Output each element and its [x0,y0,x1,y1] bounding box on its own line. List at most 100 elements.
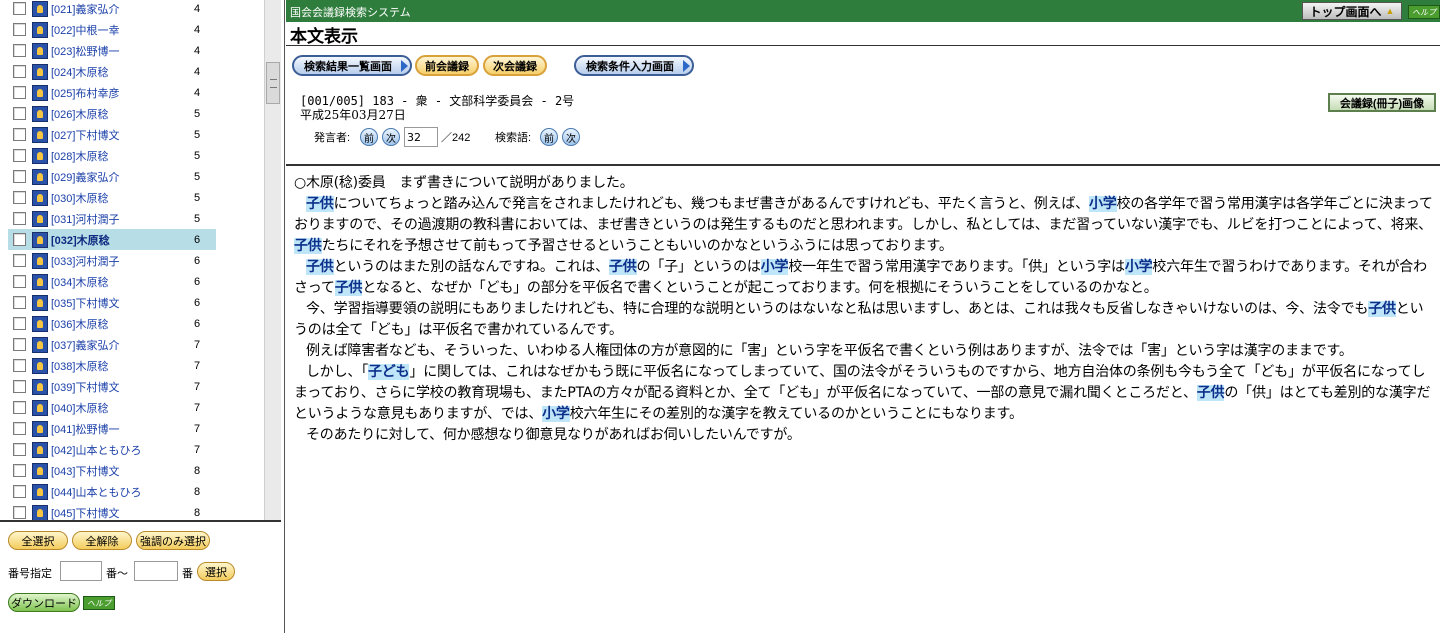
speaker-next-button[interactable]: 次 [382,128,400,146]
speaker-name-link[interactable]: [028]木原稔 [51,148,194,164]
speaker-name-link[interactable]: [030]木原稔 [51,190,194,206]
speaker-checkbox[interactable] [13,401,26,414]
speaker-row[interactable]: [045]下村博文 8 [8,502,216,520]
speaker-name-link[interactable]: [025]布村幸彦 [51,85,194,101]
speaker-checkbox[interactable] [13,23,26,36]
speaker-checkbox[interactable] [13,233,26,246]
speaker-row[interactable]: [038]木原稔 7 [8,355,216,376]
speaker-name-link[interactable]: [022]中根一幸 [51,22,194,38]
speaker-row[interactable]: [033]河村潤子 6 [8,250,216,271]
speaker-checkbox[interactable] [13,44,26,57]
speaker-checkbox[interactable] [13,422,26,435]
results-list-button[interactable]: 検索結果一覧画面 [292,55,412,76]
speaker-row[interactable]: [043]下村博文 8 [8,460,216,481]
term-next-button[interactable]: 次 [562,128,580,146]
left-help-button[interactable]: ヘルプ [83,596,115,610]
speaker-name-link[interactable]: [043]下村博文 [51,463,194,479]
speaker-name-link[interactable]: [041]松野博一 [51,421,194,437]
speaker-checkbox[interactable] [13,2,26,15]
speaker-name-link[interactable]: [038]木原稔 [51,358,194,374]
header-help-button[interactable]: ヘルプ [1408,5,1440,19]
select-all-button[interactable]: 全選択 [8,531,68,550]
speaker-row[interactable]: [041]松野博一 7 [8,418,216,439]
speaker-checkbox[interactable] [13,254,26,267]
list-scrollbar[interactable] [264,0,281,520]
speaker-prev-button[interactable]: 前 [360,128,378,146]
speaker-name-link[interactable]: [024]木原稔 [51,64,194,80]
speaker-checkbox[interactable] [13,212,26,225]
speaker-checkbox[interactable] [13,506,26,519]
speaker-checkbox[interactable] [13,65,26,78]
deselect-all-button[interactable]: 全解除 [72,531,132,550]
range-select-button[interactable]: 選択 [197,562,235,581]
speaker-checkbox[interactable] [13,86,26,99]
next-meeting-button[interactable]: 次会議録 [483,55,547,76]
speaker-name-link[interactable]: [040]木原稔 [51,400,194,416]
speaker-row[interactable]: [026]木原稔 5 [8,103,216,124]
speaker-checkbox[interactable] [13,275,26,288]
speaker-checkbox[interactable] [13,380,26,393]
speaker-row[interactable]: [044]山本ともひろ 8 [8,481,216,502]
speaker-row[interactable]: [039]下村博文 7 [8,376,216,397]
speaker-name-link[interactable]: [039]下村博文 [51,379,194,395]
speaker-checkbox[interactable] [13,296,26,309]
search-conditions-button[interactable]: 検索条件入力画面 [574,55,694,76]
speaker-checkbox[interactable] [13,317,26,330]
speaker-checkbox[interactable] [13,443,26,456]
speaker-row[interactable]: [036]木原稔 6 [8,313,216,334]
scroll-thumb[interactable] [266,62,280,104]
speaker-row[interactable]: [029]義家弘介 5 [8,166,216,187]
speaker-row[interactable]: [042]山本ともひろ 7 [8,439,216,460]
speaker-checkbox[interactable] [13,128,26,141]
speaker-row[interactable]: [021]義家弘介 4 [8,0,216,19]
speaker-row[interactable]: [031]河村潤子 5 [8,208,216,229]
speaker-row[interactable]: [030]木原稔 5 [8,187,216,208]
speaker-checkbox[interactable] [13,359,26,372]
speaker-checkbox[interactable] [13,191,26,204]
speaker-checkbox[interactable] [13,485,26,498]
speech-paragraph: 子供というのはまた別の話なんですね。これは、子供の「子」というのは小学校一年生で… [294,257,1434,299]
speaker-name-link[interactable]: [023]松野博一 [51,43,194,59]
speaker-name-link[interactable]: [027]下村博文 [51,127,194,143]
speaker-row[interactable]: [035]下村博文 6 [8,292,216,313]
speaker-checkbox[interactable] [13,107,26,120]
speaker-name-link[interactable]: [037]義家弘介 [51,337,194,353]
speaker-name-link[interactable]: [035]下村博文 [51,295,194,311]
speaker-row[interactable]: [027]下村博文 5 [8,124,216,145]
speaker-name-link[interactable]: [029]義家弘介 [51,169,194,185]
speaker-name-link[interactable]: [031]河村潤子 [51,211,194,227]
top-page-button[interactable]: トップ画面へ ▲ [1302,2,1402,20]
speaker-name-link[interactable]: [032]木原稔 [51,232,194,248]
speaker-name-link[interactable]: [036]木原稔 [51,316,194,332]
speaker-checkbox[interactable] [13,170,26,183]
term-prev-button[interactable]: 前 [540,128,558,146]
speaker-row[interactable]: [025]布村幸彦 4 [8,82,216,103]
speaker-name-link[interactable]: [033]河村潤子 [51,253,194,269]
speaker-row[interactable]: [032]木原稔 6 [8,229,216,250]
speaker-name-link[interactable]: [026]木原稔 [51,106,194,122]
speaker-row[interactable]: [040]木原稔 7 [8,397,216,418]
person-icon [32,105,48,122]
speaker-row[interactable]: [037]義家弘介 7 [8,334,216,355]
range-end-input[interactable] [134,561,178,581]
speaker-checkbox[interactable] [13,149,26,162]
highlighted-term: 小学 [760,259,789,275]
speaker-number-input[interactable]: 32 [404,127,438,147]
speaker-name-link[interactable]: [034]木原稔 [51,274,194,290]
speaker-row[interactable]: [034]木原稔 6 [8,271,216,292]
prev-meeting-button[interactable]: 前会議録 [415,55,479,76]
speaker-row[interactable]: [022]中根一幸 4 [8,19,216,40]
speaker-name-link[interactable]: [044]山本ともひろ [51,484,194,500]
speaker-row[interactable]: [024]木原稔 4 [8,61,216,82]
select-emphasis-button[interactable]: 強調のみ選択 [136,531,210,550]
speaker-name-link[interactable]: [021]義家弘介 [51,1,194,17]
speaker-checkbox[interactable] [13,464,26,477]
range-start-input[interactable] [60,561,102,581]
speaker-name-link[interactable]: [042]山本ともひろ [51,442,194,458]
speaker-name-link[interactable]: [045]下村博文 [51,505,194,521]
speaker-row[interactable]: [028]木原稔 5 [8,145,216,166]
speaker-checkbox[interactable] [13,338,26,351]
speaker-row[interactable]: [023]松野博一 4 [8,40,216,61]
download-button[interactable]: ダウンロード [8,593,80,612]
booklet-image-button[interactable]: 会議録(冊子)画像 [1328,93,1436,112]
